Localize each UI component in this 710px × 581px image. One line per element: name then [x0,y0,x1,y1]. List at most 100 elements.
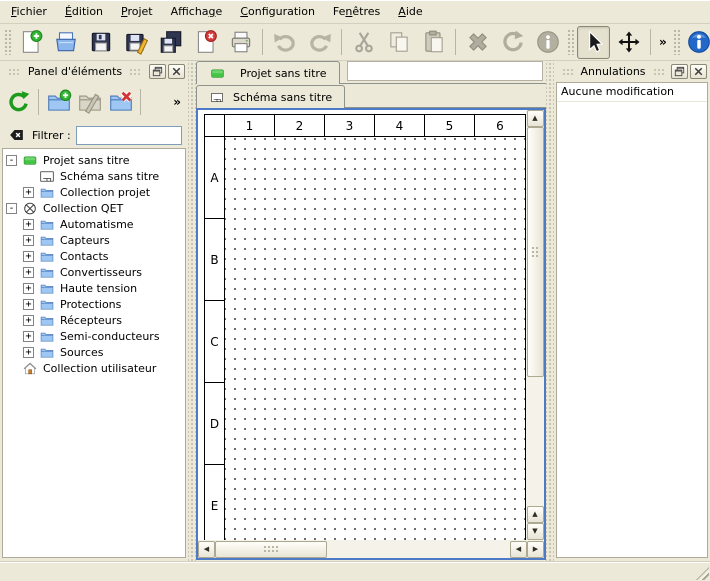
new-button[interactable] [14,26,47,59]
delete-button[interactable] [461,26,494,59]
tree-item-automatisme[interactable]: +Automatisme [3,216,185,232]
undo-list-item[interactable]: Aucune modification [557,83,707,102]
undo-list[interactable]: Aucune modification [556,82,708,558]
collapse-icon[interactable]: - [6,155,17,166]
expand-icon[interactable]: + [23,331,34,342]
redo-button[interactable] [303,26,336,59]
expand-icon[interactable]: + [23,299,34,310]
float-dock-button[interactable] [671,64,688,79]
properties-button[interactable] [531,26,564,59]
tree-item-semi-conducteurs[interactable]: +Semi-conducteurs [3,328,185,344]
close-dock-button[interactable] [690,64,707,79]
expand-icon[interactable]: + [23,235,34,246]
float-dock-button[interactable] [149,64,166,79]
cut-button[interactable] [347,26,380,59]
scroll-left-button[interactable]: ◀ [198,541,215,558]
paste-button[interactable] [417,26,450,59]
expand-icon[interactable]: + [23,251,34,262]
expand-icon[interactable]: + [23,267,34,278]
tree-item-label: Convertisseurs [60,266,142,279]
horizontal-scrollbar[interactable]: ◀ ◀ ▶ [198,540,544,558]
collapse-icon[interactable]: - [6,203,17,214]
scroll-down-button[interactable]: ▼ [527,523,544,540]
open-button[interactable] [49,26,82,59]
horizontal-scroll-thumb[interactable] [215,541,327,558]
tree-item-label: Haute tension [60,282,137,295]
tree-item-sources[interactable]: +Sources [3,344,185,360]
elements-panel-titlebar[interactable]: Panel d'éléments [0,60,188,82]
menu-projet[interactable]: Projet [112,1,162,22]
menu-fenetres[interactable]: Fenêtres [324,1,389,22]
tree-item-projet-sans-titre[interactable]: -Projet sans titre [3,152,185,168]
scroll-left-button-2[interactable]: ◀ [510,541,527,558]
expand-icon[interactable]: + [23,347,34,358]
menu-affichage[interactable]: Affichage [162,1,232,22]
close-dock-button[interactable] [168,64,185,79]
tree-item-contacts[interactable]: +Contacts [3,248,185,264]
tree-item-collection-qet[interactable]: -Collection QET [3,200,185,216]
scroll-up-button[interactable]: ▲ [527,110,544,127]
pan-mode-button[interactable] [612,26,645,59]
rotate-icon [500,29,526,55]
rotate-button[interactable] [496,26,529,59]
toolbar-grip[interactable] [567,29,574,55]
print-button[interactable] [224,26,257,59]
tab-schema[interactable]: Schéma sans titre [196,85,345,108]
about-button[interactable] [683,26,710,59]
tree-item-haute-tension[interactable]: + Haute tension [3,280,185,296]
expand-icon[interactable]: + [23,219,34,230]
diagram-dotted-area[interactable] [225,137,525,540]
print-icon [228,29,254,55]
close-file-button[interactable] [189,26,222,59]
delete-category-button[interactable] [105,87,136,118]
panel-overflow-button[interactable]: » [169,95,185,109]
right-splitter[interactable] [546,60,554,562]
copy-button[interactable] [382,26,415,59]
tree-item-convertisseurs[interactable]: + Convertisseurs [3,264,185,280]
menu-aide[interactable]: Aide [389,1,431,22]
toolbar-grip[interactable] [673,29,680,55]
expand-icon[interactable]: + [23,187,34,198]
toolbar-overflow-button[interactable]: » [655,35,671,49]
left-splitter[interactable] [188,60,196,562]
tree-item-schema-sans-titre[interactable]: Schéma sans titre [3,168,185,184]
home-icon [22,361,38,376]
element-tree[interactable]: -Projet sans titreSchéma sans titre+Coll… [2,148,186,558]
reload-collections-button[interactable] [3,87,34,118]
select-mode-button[interactable] [577,26,610,59]
scroll-up-button-2[interactable]: ▲ [527,506,544,523]
toolbar-grip[interactable] [4,29,11,55]
resize-grip[interactable] [696,567,709,580]
new-category-button[interactable] [43,87,74,118]
save-button[interactable] [84,26,117,59]
menu-configuration[interactable]: Configuration [231,1,324,22]
undo-button[interactable] [268,26,301,59]
folder-icon [39,265,55,280]
folder-icon [39,345,55,360]
tree-item-recepteurs[interactable]: +Récepteurs [3,312,185,328]
expand-icon[interactable]: + [23,315,34,326]
vertical-scroll-thumb[interactable] [527,127,544,377]
clear-filter-icon[interactable] [6,127,27,143]
tab-project[interactable]: Projet sans titre [196,61,340,84]
filter-input[interactable] [76,126,182,145]
menu-fichier[interactable]: Fichier [2,1,56,22]
tree-item-capteurs[interactable]: +Capteurs [3,232,185,248]
qelectrotech-window: FichierÉditionProjetAffichageConfigurati… [0,0,710,581]
edit-category-button[interactable] [74,87,105,118]
scroll-right-button[interactable]: ▶ [527,541,544,558]
tree-item-collection-utilisateur[interactable]: Collection utilisateur [3,360,185,376]
save-as-button[interactable] [119,26,152,59]
expand-icon[interactable]: + [23,283,34,294]
toolbar-separator [455,29,456,55]
save-all-button[interactable] [154,26,187,59]
schema-tabbar: Schéma sans titre [196,84,546,108]
tree-item-collection-projet[interactable]: +Collection projet [3,184,185,200]
schema-icon [39,169,55,184]
schema-canvas[interactable]: 123456ABCDE [198,110,526,540]
menu-edition[interactable]: Édition [56,1,112,22]
vertical-scrollbar[interactable]: ▲ ▲ ▼ [526,110,544,540]
diagram-column-header: 6 [475,115,525,137]
tree-item-protections[interactable]: +Protections [3,296,185,312]
undo-dock-titlebar[interactable]: Annulations [554,60,710,82]
